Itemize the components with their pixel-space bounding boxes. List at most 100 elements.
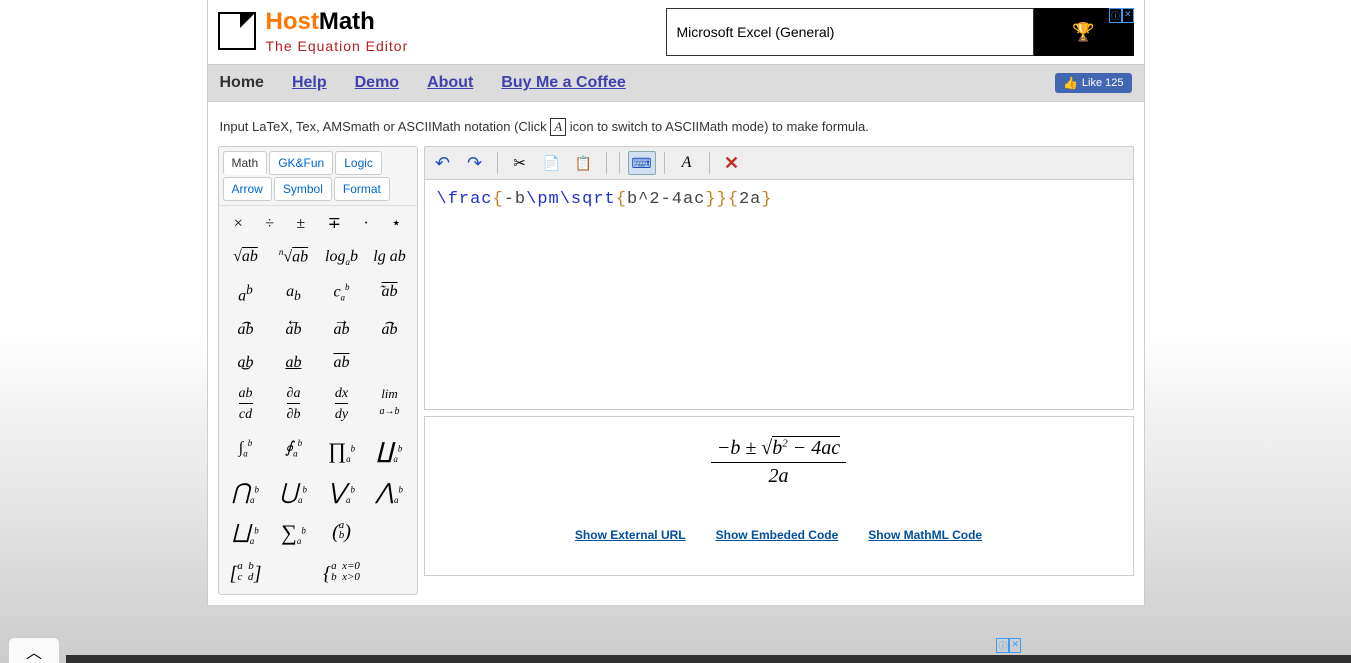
symbol-btn[interactable]: ⌢ab (367, 320, 413, 339)
symbol-btn[interactable]: →ab (319, 320, 365, 339)
ad-choices-icon[interactable]: ⓘ✕ (996, 638, 1021, 653)
redo-icon: ↷ (467, 153, 482, 174)
nav-about[interactable]: About (427, 74, 473, 92)
symbol-btn[interactable]: ± (296, 214, 305, 233)
separator (619, 152, 620, 174)
navbar: Home Help Demo About Buy Me a Coffee 👍 L… (208, 64, 1144, 102)
tagline: The Equation Editor (266, 38, 409, 54)
font-icon: A (682, 154, 692, 172)
show-embed-code[interactable]: Show Embeded Code (716, 528, 839, 542)
instruction-text: Input LaTeX, Tex, AMSmath or ASCIIMath n… (208, 102, 1144, 146)
symbol-btn[interactable]: ←ab (271, 320, 317, 339)
brand-host: Host (266, 8, 319, 35)
chevron-up-icon: ︿ (26, 639, 42, 663)
symbol-btn[interactable]: dxdy (319, 386, 365, 424)
tab-gkfun[interactable]: GK&Fun (269, 151, 333, 175)
symbol-btn[interactable]: ⋂ab (223, 479, 269, 506)
cut-button[interactable]: ✂ (506, 151, 534, 175)
scroll-top-button[interactable]: ︿ (8, 637, 60, 663)
nav-home[interactable]: Home (220, 74, 264, 92)
symbol-btn[interactable]: lg ab (367, 247, 413, 268)
formula-numerator: −b ± √b2 − 4ac (711, 437, 846, 463)
symbol-palette: Math GK&Fun Logic Arrow Symbol Format × ÷… (218, 146, 418, 595)
copy-button[interactable]: 📄 (538, 151, 566, 175)
symbol-btn[interactable]: ab (223, 282, 269, 306)
fb-like-button[interactable]: 👍 Like 125 (1055, 73, 1132, 93)
palette-tabs: Math GK&Fun Logic Arrow Symbol Format (219, 147, 417, 206)
symbol-btn[interactable]: ∓ (328, 214, 341, 233)
clear-button[interactable]: ✕ (718, 151, 746, 175)
tab-format[interactable]: Format (334, 177, 390, 201)
thumb-icon: 👍 (1063, 76, 1078, 90)
symbol-btn[interactable]: ͂ab (367, 282, 413, 306)
symbol-btn[interactable] (271, 561, 317, 586)
nav-demo[interactable]: Demo (355, 74, 399, 92)
symbol-btn[interactable]: ∫ab (223, 438, 269, 465)
latex-input[interactable]: \frac{-b\pm\sqrt{b^2-4ac}}{2a} (424, 180, 1134, 410)
symbol-btn[interactable]: lima→b (367, 386, 413, 424)
symbol-btn[interactable]: ⌢ab (223, 320, 269, 339)
symbol-btn[interactable]: ∏ab (319, 438, 365, 465)
symbol-btn[interactable]: ab (271, 282, 317, 306)
symbol-btn[interactable]: ∂a∂b (271, 386, 317, 424)
symbol-btn[interactable]: ⋃ab (271, 479, 317, 506)
symbol-btn[interactable]: ab (319, 353, 365, 372)
symbol-btn[interactable]: ⨆ab (223, 520, 269, 547)
symbol-btn[interactable]: ∮ab (271, 438, 317, 465)
output-links: Show External URL Show Embeded Code Show… (575, 528, 982, 542)
separator (606, 152, 607, 174)
bottom-bar: ︿ (0, 637, 1351, 663)
rendered-formula: −b ± √b2 − 4ac 2a (711, 437, 846, 488)
tab-math[interactable]: Math (223, 151, 268, 175)
undo-icon: ↶ (435, 153, 450, 174)
nav-help[interactable]: Help (292, 74, 327, 92)
paste-button[interactable]: 📋 (570, 151, 598, 175)
symbol-btn[interactable]: ⋆ (391, 214, 401, 233)
redo-button[interactable]: ↷ (461, 151, 489, 175)
symbol-btn[interactable]: ⋀ab (367, 479, 413, 506)
separator (664, 152, 665, 174)
symbol-btn[interactable]: n√ab (271, 247, 317, 268)
symbol-btn[interactable]: logab (319, 247, 365, 268)
symbol-btn[interactable]: ∐ab (367, 438, 413, 465)
formula-denominator: 2a (711, 463, 846, 488)
tab-logic[interactable]: Logic (335, 151, 382, 175)
symbol-btn[interactable]: ∑ab (271, 520, 317, 547)
show-external-url[interactable]: Show External URL (575, 528, 686, 542)
symbol-btn[interactable] (367, 353, 413, 372)
close-icon: ✕ (724, 153, 739, 174)
symbol-btn[interactable]: ab⌣ (223, 353, 269, 372)
paste-icon: 📋 (575, 155, 592, 172)
symbol-btn[interactable]: · (363, 214, 368, 233)
symbol-btn[interactable]: √ab (223, 247, 269, 268)
ad-banner[interactable]: Microsoft Excel (General) 🏆 ⓘ✕ (666, 8, 1134, 56)
symbol-btn[interactable]: cab (319, 282, 365, 306)
fb-like-label: Like 125 (1082, 77, 1124, 89)
brand-math: Math (319, 8, 375, 35)
symbol-btn[interactable] (367, 520, 413, 547)
render-preview: −b ± √b2 − 4ac 2a Show External URL Show… (424, 416, 1134, 576)
font-button[interactable]: A (673, 151, 701, 175)
symbol-btn[interactable]: ⋁ab (319, 479, 365, 506)
separator (497, 152, 498, 174)
logo-icon (218, 12, 256, 50)
symbol-btn[interactable]: ÷ (265, 214, 274, 233)
symbol-btn[interactable] (367, 561, 413, 586)
symbol-btn[interactable]: (ab) (319, 520, 365, 547)
tab-arrow[interactable]: Arrow (223, 177, 272, 201)
ad-choices-icon[interactable]: ⓘ✕ (1109, 8, 1134, 23)
symbol-btn[interactable]: × (234, 214, 243, 233)
symbol-btn[interactable]: {a x=0b x>0 (319, 561, 365, 586)
undo-button[interactable]: ↶ (429, 151, 457, 175)
symbol-grid: ×÷±∓·⋆√abn√ablogablg abababcab͂ab⌢ab←ab→… (219, 206, 417, 594)
separator (709, 152, 710, 174)
nav-coffee[interactable]: Buy Me a Coffee (501, 74, 625, 92)
mode-icon: A (550, 118, 566, 136)
editor-toolbar: ↶ ↷ ✂ 📄 📋 ⌨ A ✕ (424, 146, 1134, 180)
symbol-btn[interactable]: [a bc d] (223, 561, 269, 586)
keyboard-button[interactable]: ⌨ (628, 151, 656, 175)
show-mathml-code[interactable]: Show MathML Code (868, 528, 982, 542)
tab-symbol[interactable]: Symbol (274, 177, 332, 201)
symbol-btn[interactable]: ab (271, 353, 317, 372)
symbol-btn[interactable]: abcd (223, 386, 269, 424)
